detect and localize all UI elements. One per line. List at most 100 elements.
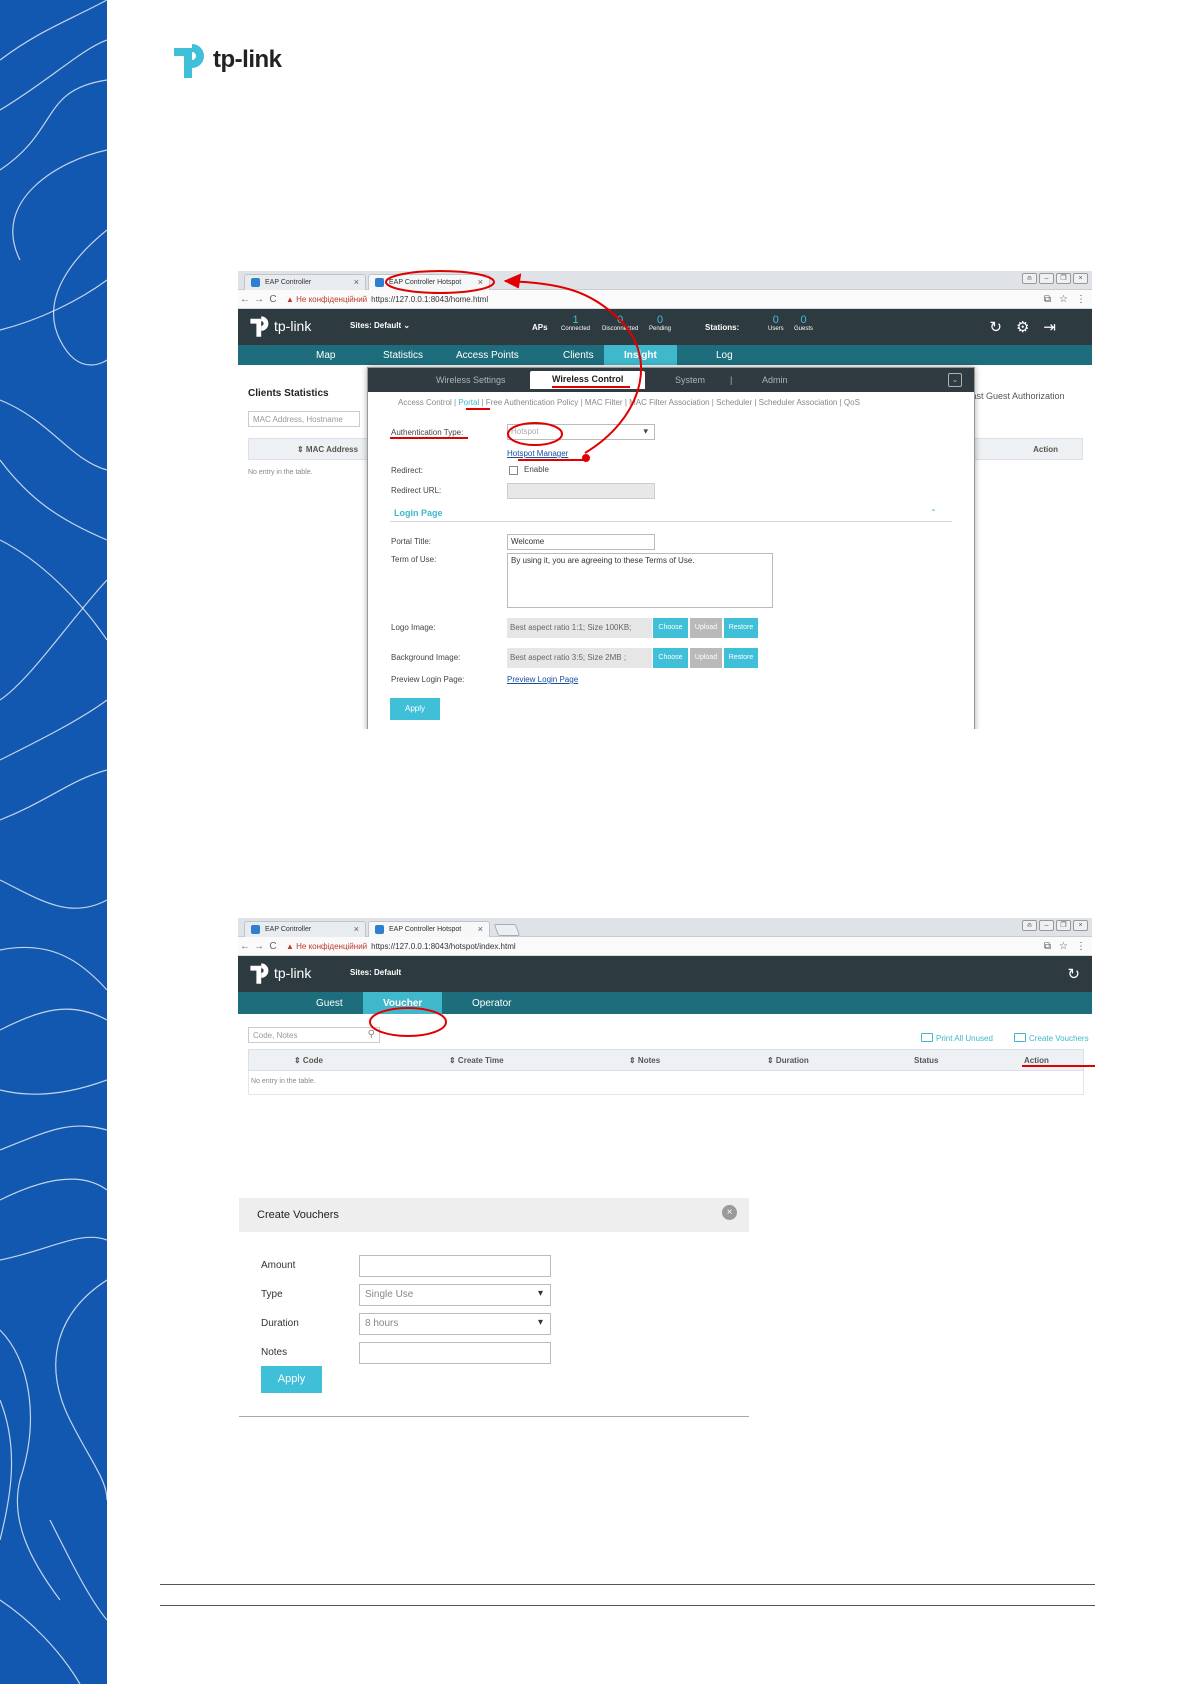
forward-icon[interactable]: → bbox=[252, 941, 266, 952]
logout-icon[interactable]: ⇥ bbox=[1043, 318, 1056, 336]
close-icon[interactable]: × bbox=[722, 1205, 737, 1220]
column-duration[interactable]: ⇕ Duration bbox=[767, 1056, 809, 1065]
logo-choose-button[interactable]: Choose bbox=[653, 618, 688, 638]
tab-close-icon[interactable]: × bbox=[354, 924, 359, 934]
subnav-access-control[interactable]: Access Control bbox=[398, 398, 452, 407]
redirect-label: Redirect: bbox=[391, 466, 424, 475]
not-secure-badge[interactable]: ▲ Не конфіденційний bbox=[286, 942, 367, 951]
redirect-enable-checkbox[interactable] bbox=[509, 466, 518, 475]
background-upload-button[interactable]: Upload bbox=[690, 648, 722, 668]
terms-of-use-textarea[interactable]: By using it, you are agreeing to these T… bbox=[507, 553, 773, 608]
portal-apply-button[interactable]: Apply bbox=[390, 698, 440, 720]
tab-guest[interactable]: Guest bbox=[316, 992, 343, 1014]
refresh-icon[interactable]: ↻ bbox=[989, 318, 1002, 336]
browser-tab-eap-controller[interactable]: EAP Controller × bbox=[244, 274, 366, 290]
decorative-side-band bbox=[0, 0, 107, 1684]
tab-wireless-settings[interactable]: Wireless Settings bbox=[436, 375, 506, 385]
tab-clients[interactable]: Clients bbox=[563, 345, 594, 365]
footer-divider-top bbox=[160, 1584, 1095, 1585]
hotspot-manager-link[interactable]: Hotspot Manager bbox=[507, 449, 568, 458]
tab-wireless-control[interactable]: Wireless Control bbox=[530, 371, 646, 389]
browser-tab-hotspot[interactable]: EAP Controller Hotspot × bbox=[368, 921, 490, 937]
duration-select[interactable]: 8 hours bbox=[359, 1313, 551, 1335]
aps-pending[interactable]: 0 Pending bbox=[649, 315, 671, 333]
modal-collapse-icon[interactable]: ⌄ bbox=[948, 373, 962, 387]
subnav-other-items[interactable]: Free Authentication Policy | MAC Filter … bbox=[486, 398, 860, 407]
aps-disconnected[interactable]: 0 Disconnected bbox=[602, 315, 638, 333]
address-bar-actions: ⧉ ☆ ⋮ bbox=[1044, 294, 1086, 305]
gear-icon[interactable]: ⚙ bbox=[1016, 318, 1029, 336]
subnav-portal[interactable]: Portal bbox=[458, 398, 479, 407]
sites-selector[interactable]: Sites: Default ⌄ bbox=[350, 321, 410, 330]
search-icon[interactable]: ⚲ bbox=[368, 1029, 375, 1040]
tab-operator[interactable]: Operator bbox=[472, 992, 511, 1014]
aps-connected[interactable]: 1 Connected bbox=[561, 315, 590, 333]
tab-admin[interactable]: Admin bbox=[762, 375, 788, 385]
menu-dots-icon[interactable]: ⋮ bbox=[1076, 941, 1086, 952]
create-vouchers-link[interactable]: Create Vouchers bbox=[1014, 1033, 1089, 1043]
clients-search-input[interactable]: MAC Address, Hostname bbox=[248, 411, 360, 427]
window-controls: ⍝ – ❐ × bbox=[1022, 920, 1088, 931]
type-select[interactable]: Single Use bbox=[359, 1284, 551, 1306]
logo-restore-button[interactable]: Restore bbox=[724, 618, 758, 638]
reload-icon[interactable]: C bbox=[266, 941, 280, 952]
bookmark-star-icon[interactable]: ☆ bbox=[1059, 294, 1068, 305]
notes-input[interactable] bbox=[359, 1342, 551, 1364]
tab-insight[interactable]: Insight bbox=[604, 345, 677, 365]
close-window-icon[interactable]: × bbox=[1073, 920, 1088, 931]
column-mac-address[interactable]: ⇕ MAC Address bbox=[297, 445, 358, 454]
translate-icon[interactable]: ⧉ bbox=[1044, 941, 1051, 952]
user-icon[interactable]: ⍝ bbox=[1022, 920, 1037, 931]
tab-system[interactable]: System bbox=[675, 375, 705, 385]
back-icon[interactable]: ← bbox=[238, 294, 252, 305]
refresh-icon[interactable]: ↻ bbox=[1067, 965, 1080, 983]
column-create-time[interactable]: ⇕ Create Time bbox=[449, 1056, 504, 1065]
authentication-type-select[interactable]: Hotspot bbox=[507, 424, 655, 440]
background-choose-button[interactable]: Choose bbox=[653, 648, 688, 668]
print-all-unused-link[interactable]: Print All Unused bbox=[921, 1033, 993, 1043]
user-icon[interactable]: ⍝ bbox=[1022, 273, 1037, 284]
tab-close-icon[interactable]: × bbox=[354, 277, 359, 287]
tab-voucher[interactable]: Voucher bbox=[363, 992, 443, 1014]
minimize-icon[interactable]: – bbox=[1039, 920, 1054, 931]
section-collapse-icon[interactable]: ⌃ bbox=[930, 508, 937, 517]
new-tab-button[interactable] bbox=[493, 924, 521, 936]
apply-button[interactable]: Apply bbox=[261, 1366, 322, 1393]
background-restore-button[interactable]: Restore bbox=[724, 648, 758, 668]
tab-map[interactable]: Map bbox=[316, 345, 335, 365]
stations-users[interactable]: 0 Users bbox=[768, 315, 784, 333]
preview-login-page-link[interactable]: Preview Login Page bbox=[507, 675, 578, 684]
not-secure-badge[interactable]: ▲ Не конфіденційний bbox=[286, 295, 367, 304]
close-window-icon[interactable]: × bbox=[1073, 273, 1088, 284]
bookmark-star-icon[interactable]: ☆ bbox=[1059, 941, 1068, 952]
minimize-icon[interactable]: – bbox=[1039, 273, 1054, 284]
column-notes[interactable]: ⇕ Notes bbox=[629, 1056, 660, 1065]
portal-title-input[interactable]: Welcome bbox=[507, 534, 655, 550]
restore-icon[interactable]: ❐ bbox=[1056, 273, 1071, 284]
stations-label: Stations: bbox=[705, 323, 740, 332]
reload-icon[interactable]: C bbox=[266, 294, 280, 305]
forward-icon[interactable]: → bbox=[252, 294, 266, 305]
background-image-label: Background Image: bbox=[391, 653, 461, 662]
sites-selector[interactable]: Sites: Default bbox=[350, 968, 401, 977]
url-text[interactable]: https://127.0.0.1:8043/hotspot/index.htm… bbox=[371, 942, 516, 951]
back-icon[interactable]: ← bbox=[238, 941, 252, 952]
tab-close-icon[interactable]: × bbox=[478, 924, 483, 934]
tab-log[interactable]: Log bbox=[716, 345, 733, 365]
fast-guest-authorization-link[interactable]: Fast Guest Authorization bbox=[966, 391, 1065, 401]
tab-access-points[interactable]: Access Points bbox=[456, 345, 519, 365]
browser-tab-eap-controller[interactable]: EAP Controller × bbox=[244, 921, 366, 937]
column-code[interactable]: ⇕ Code bbox=[294, 1056, 323, 1065]
amount-input[interactable] bbox=[359, 1255, 551, 1277]
url-text[interactable]: https://127.0.0.1:8043/home.html bbox=[371, 295, 488, 304]
tab-close-icon[interactable]: × bbox=[478, 277, 483, 287]
browser-tab-hotspot[interactable]: EAP Controller Hotspot × bbox=[368, 274, 490, 290]
restore-icon[interactable]: ❐ bbox=[1056, 920, 1071, 931]
voucher-search-input[interactable]: Code, Notes ⚲ bbox=[248, 1027, 380, 1043]
stations-guests[interactable]: 0 Guests bbox=[794, 315, 813, 333]
translate-icon[interactable]: ⧉ bbox=[1044, 294, 1051, 305]
redirect-url-input[interactable] bbox=[507, 483, 655, 499]
logo-upload-button[interactable]: Upload bbox=[690, 618, 722, 638]
tab-statistics[interactable]: Statistics bbox=[383, 345, 423, 365]
menu-dots-icon[interactable]: ⋮ bbox=[1076, 294, 1086, 305]
